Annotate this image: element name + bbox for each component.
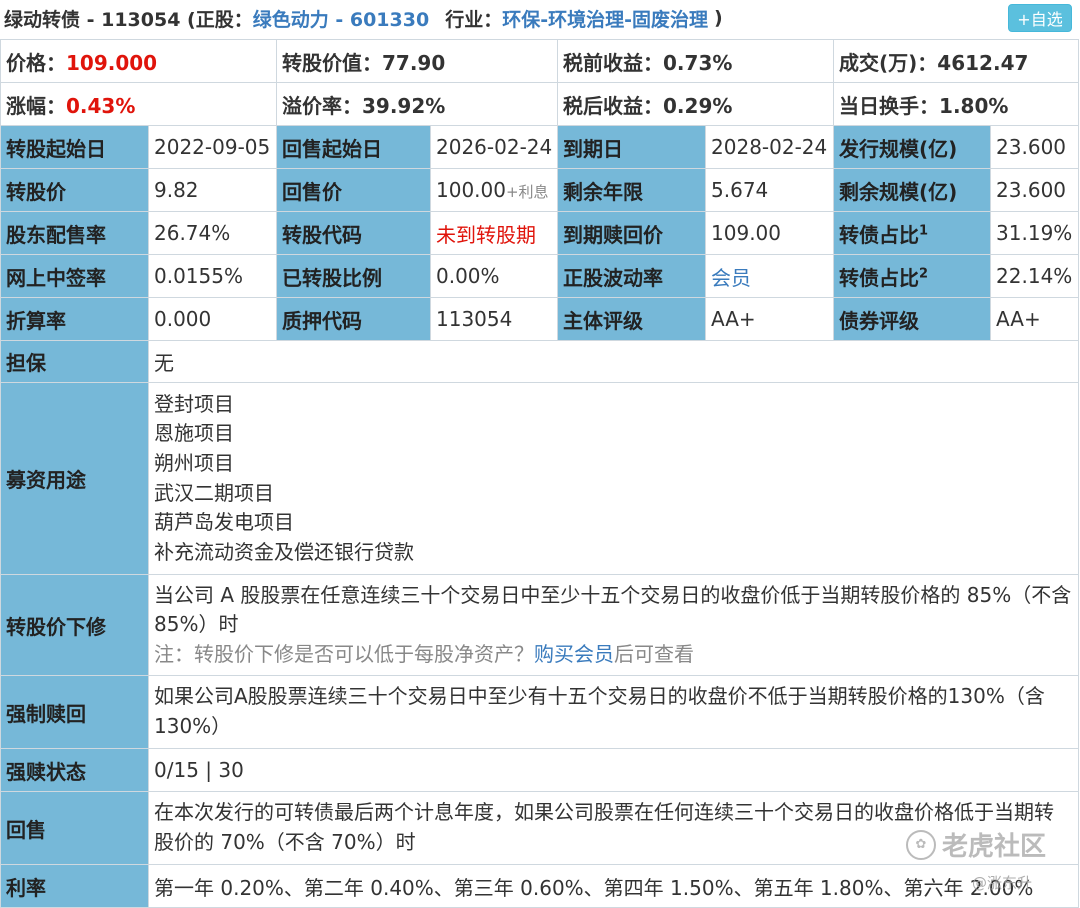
plus-interest: +利息 [505,183,549,201]
industry-link[interactable]: 环保-环境治理-固废治理 [502,5,708,32]
value-guarantee: 无 [147,340,1080,383]
grid-row-1: 转股起始日 2022-09-05 回售起始日 2026-02-24 到期日 20… [0,125,1080,169]
value-issuer-rating: AA+ [705,297,835,341]
value-interest: 第一年 0.20%、第二年 0.40%、第三年 0.60%、第四年 1.50%、… [147,864,1080,908]
stock-link[interactable]: 绿色动力 - 601330 [253,5,429,32]
price-revision-row: 转股价下修 当公司 A 股股票在任意连续三十个交易日中至少十五个交易日的收盘价低… [0,574,1080,676]
value-maturity-redeem: 109.00 [705,211,835,255]
value-bond-rating: AA+ [990,297,1080,341]
value-conv-price: 9.82 [148,168,277,212]
change-value: 0.43% [66,93,136,118]
label-converted-ratio: 已转股比例 [276,254,431,298]
price-value: 109.000 [66,50,158,75]
value-fund-use: 登封项目 恩施项目 朔州项目 武汉二期项目 葫芦岛发电项目 补充流动资金及偿还银… [147,382,1080,575]
label-allotment-rate: 股东配售率 [0,211,149,255]
label-maturity: 到期日 [557,125,707,169]
label-discount-rate: 折算率 [0,297,149,341]
label-put-back: 回售 [0,791,149,865]
summary-row-1: 价格：109.000 转股价值：77.90 税前收益：0.73% 成交(万)：4… [0,39,1080,83]
value-put-price: 100.00+利息 [429,168,559,212]
grid-row-2: 转股价 9.82 回售价 100.00+利息 剩余年限 5.674 剩余规模(亿… [0,168,1080,212]
grid-row-3: 股东配售率 26.74% 转股代码 未到转股期 到期赎回价 109.00 转债占… [0,211,1080,255]
pretax-yield: 税前收益：0.73% [557,39,835,83]
redeem-status-row: 强赎状态 0/15 | 30 [0,748,1080,792]
value-remaining-years: 5.674 [705,168,835,212]
industry-close: ) [713,7,723,29]
premium-rate: 溢价率：39.92% [275,82,559,126]
label-maturity-redeem: 到期赎回价 [557,211,707,255]
interest-row: 利率 第一年 0.20%、第二年 0.40%、第三年 0.60%、第四年 1.5… [0,864,1080,908]
label-price-revision: 转股价下修 [0,574,149,676]
label-bond-ratio-1: 转债占比1 [833,211,992,255]
forced-redeem-row: 强制赎回 如果公司A股股票连续三十个交易日中至少有十五个交易日的收盘价不低于当期… [0,675,1080,749]
label-guarantee: 担保 [0,340,149,383]
value-bond-ratio-1: 31.19% [990,211,1080,255]
label-conv-start: 转股起始日 [0,125,149,169]
label-bond-ratio-2: 转债占比2 [833,254,992,298]
fund-use-item: 补充流动资金及偿还银行贷款 [154,539,414,564]
value-maturity: 2028-02-24 [705,125,835,169]
value-forced-redeem: 如果公司A股股票连续三十个交易日中至少有十五个交易日的收盘价不低于当期转股价格的… [147,675,1080,749]
bond-title: 绿动转债 - 113054 (正股： [4,8,253,31]
value-remaining-size: 23.600 [990,168,1080,212]
value-redeem-status: 0/15 | 30 [147,748,1080,792]
label-remaining-years: 剩余年限 [557,168,707,212]
watermark: ✿ 老虎社区 [906,826,1046,863]
change-cell: 涨幅：0.43% [0,82,277,126]
grid-row-5: 折算率 0.000 质押代码 113054 主体评级 AA+ 债券评级 AA+ [0,297,1080,341]
page-header: 绿动转债 - 113054 (正股： 绿色动力 - 601330 行业： 环保-… [0,0,1080,36]
label-forced-redeem: 强制赎回 [0,675,149,749]
member-link[interactable]: 会员 [705,254,835,298]
label-issuer-rating: 主体评级 [557,297,707,341]
fund-use-row: 募资用途 登封项目 恩施项目 朔州项目 武汉二期项目 葫芦岛发电项目 补充流动资… [0,382,1080,575]
label-redeem-status: 强赎状态 [0,748,149,792]
conversion-value: 转股价值：77.90 [275,39,559,83]
watermark-brand: 老虎社区 [942,832,1047,862]
value-discount-rate: 0.000 [148,297,277,341]
add-favorite-button[interactable]: +自选 [1008,4,1072,32]
buy-member-link[interactable]: 购买会员 [534,642,614,666]
fund-use-item: 葫芦岛发电项目 [154,510,294,535]
price-revision-text: 当公司 A 股股票在任意连续三十个交易日中至少十五个交易日的收盘价低于当期转股价… [154,582,1072,637]
aftertax-yield: 税后收益：0.29% [557,82,835,126]
value-converted-ratio: 0.00% [429,254,559,298]
label-issue-size: 发行规模(亿) [833,125,992,169]
turnover-rate: 当日换手：1.80% [833,82,1080,126]
fund-use-item: 武汉二期项目 [154,480,274,505]
value-lottery-rate: 0.0155% [148,254,277,298]
price-cell: 价格：109.000 [0,39,277,83]
value-put-start: 2026-02-24 [429,125,559,169]
label-conv-code: 转股代码 [276,211,431,255]
label-put-start: 回售起始日 [276,125,431,169]
price-revision-note: 注：转股价下修是否可以低于每股净资产？购买会员后可查看 [154,641,694,666]
label-lottery-rate: 网上中签率 [0,254,149,298]
value-issue-size: 23.600 [990,125,1080,169]
value-pledge-code: 113054 [429,297,559,341]
value-price-revision: 当公司 A 股股票在任意连续三十个交易日中至少十五个交易日的收盘价低于当期转股价… [147,574,1080,676]
value-conv-start: 2022-09-05 [148,125,277,169]
value-allotment-rate: 26.74% [148,211,277,255]
label-stock-volatility: 正股波动率 [557,254,707,298]
fund-use-item: 恩施项目 [154,421,234,446]
label-conv-price: 转股价 [0,168,149,212]
label-interest: 利率 [0,864,149,908]
guarantee-row: 担保 无 [0,340,1080,383]
industry-label: 行业： [445,8,503,31]
fund-use-item: 朔州项目 [154,450,234,475]
bond-info-table: 价格：109.000 转股价值：77.90 税前收益：0.73% 成交(万)：4… [0,39,1080,908]
label-remaining-size: 剩余规模(亿) [833,168,992,212]
value-conv-code: 未到转股期 [429,211,559,255]
volume: 成交(万)：4612.47 [833,39,1080,83]
fund-use-item: 登封项目 [154,391,234,416]
value-bond-ratio-2: 22.14% [990,254,1080,298]
grid-row-4: 网上中签率 0.0155% 已转股比例 0.00% 正股波动率 会员 转债占比2… [0,254,1080,298]
tiger-paw-icon: ✿ [906,829,936,860]
summary-row-2: 涨幅：0.43% 溢价率：39.92% 税后收益：0.29% 当日换手：1.80… [0,82,1080,126]
label-pledge-code: 质押代码 [276,297,431,341]
label-put-price: 回售价 [276,168,431,212]
label-fund-use: 募资用途 [0,382,149,575]
label-bond-rating: 债券评级 [833,297,992,341]
watermark-user: @涨东升 [972,874,1033,892]
